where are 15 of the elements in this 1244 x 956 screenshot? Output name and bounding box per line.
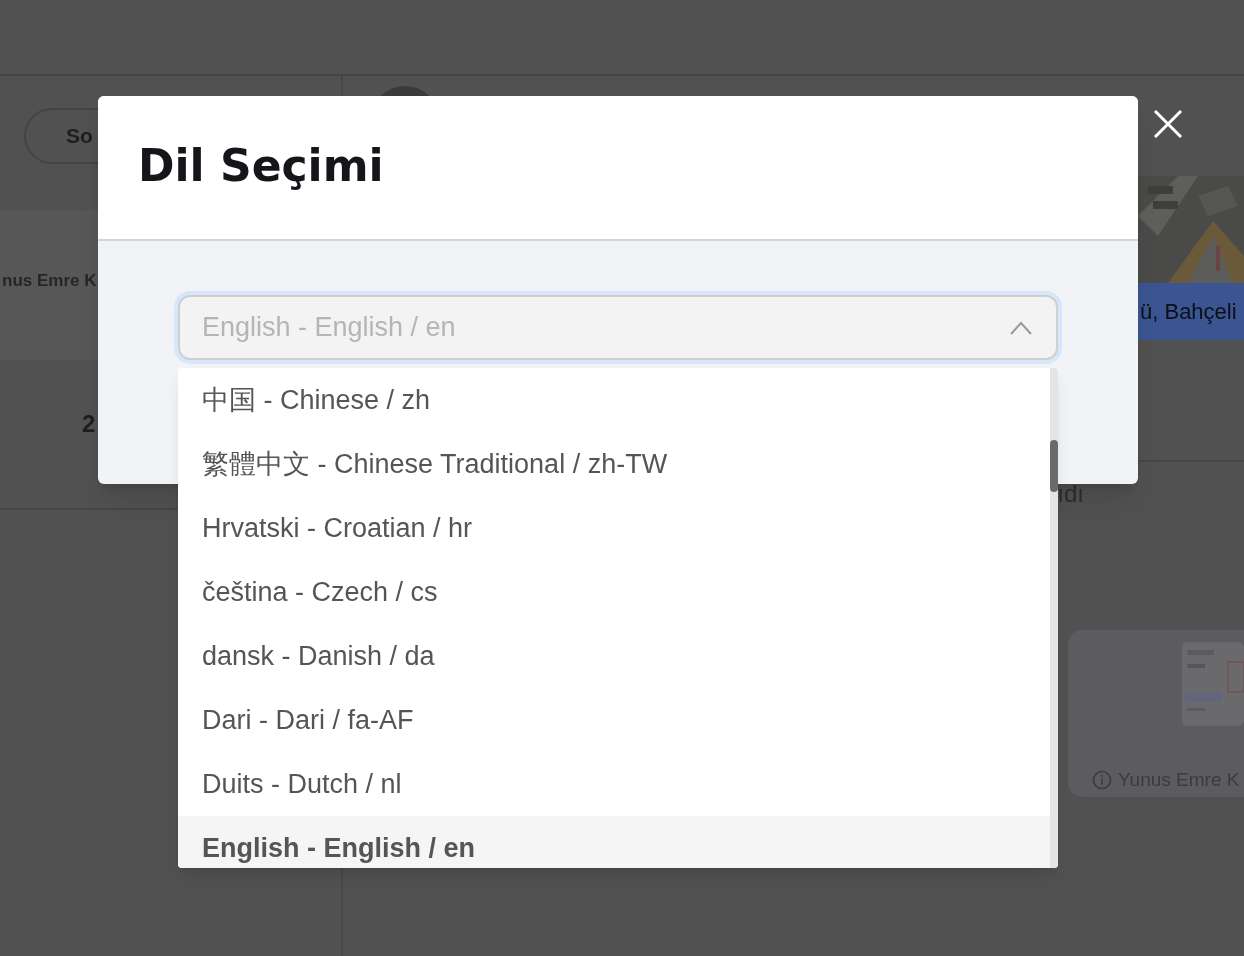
language-option[interactable]: English - English / en: [178, 816, 1050, 868]
scrollbar[interactable]: [1050, 368, 1058, 868]
language-option[interactable]: čeština - Czech / cs: [178, 560, 1050, 624]
language-option[interactable]: Dari - Dari / fa-AF: [178, 688, 1050, 752]
address-text: ü, Bahçeli: [1139, 298, 1237, 326]
chevron-icon: [1010, 320, 1032, 335]
close-icon: [1153, 109, 1183, 139]
dialog-title: Dil Seçimi: [138, 139, 385, 193]
language-option[interactable]: dansk - Danish / da: [178, 624, 1050, 688]
language-option[interactable]: 中国 - Chinese / zh: [178, 368, 1050, 432]
language-option[interactable]: Duits - Dutch / nl: [178, 752, 1050, 816]
language-option[interactable]: 繁體中文 - Chinese Traditional / zh-TW: [178, 432, 1050, 496]
language-option[interactable]: Hrvatski - Croatian / hr: [178, 496, 1050, 560]
select-value: English - English / en: [202, 311, 456, 345]
info-icon: [1092, 770, 1112, 791]
